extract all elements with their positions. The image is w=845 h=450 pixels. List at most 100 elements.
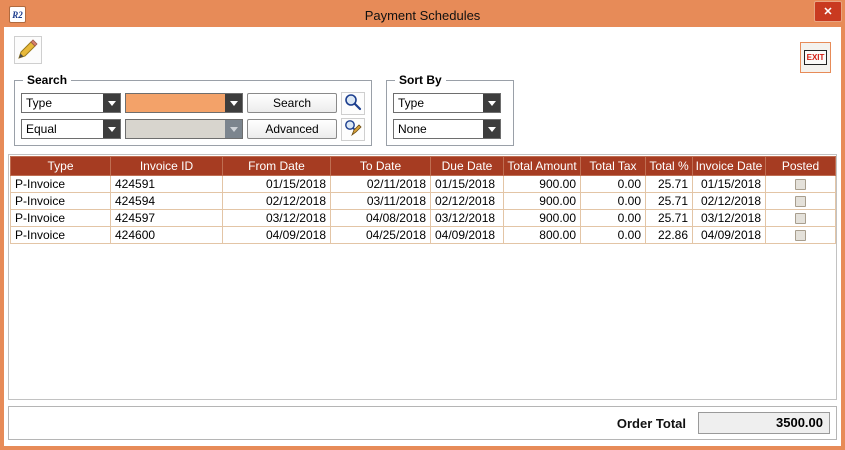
table-row[interactable]: P-Invoice42460004/09/201804/25/201804/09… xyxy=(11,227,836,244)
column-header[interactable]: Total Amount xyxy=(504,157,581,176)
cell: 424600 xyxy=(111,227,223,244)
column-header[interactable]: To Date xyxy=(331,157,431,176)
cell: 03/11/2018 xyxy=(331,193,431,210)
cell: 04/09/2018 xyxy=(431,227,504,244)
cell: 01/15/2018 xyxy=(693,176,766,193)
posted-checkbox[interactable] xyxy=(795,213,806,224)
chevron-down-icon[interactable] xyxy=(483,120,500,138)
table-body: P-Invoice42459101/15/201802/11/201801/15… xyxy=(11,176,836,244)
chevron-down-icon[interactable] xyxy=(225,94,242,112)
search-field-combo[interactable]: Type xyxy=(21,93,121,113)
cell: 02/12/2018 xyxy=(431,193,504,210)
advanced-find-icon-button[interactable] xyxy=(341,118,365,141)
posted-checkbox[interactable] xyxy=(795,179,806,190)
cell: 0.00 xyxy=(581,193,646,210)
magnifier-icon xyxy=(343,92,363,115)
magnifier-pencil-icon xyxy=(343,118,363,141)
close-button[interactable]: ✕ xyxy=(814,1,842,22)
edit-button[interactable] xyxy=(14,36,42,64)
cell: 900.00 xyxy=(504,210,581,227)
cell: 800.00 xyxy=(504,227,581,244)
posted-checkbox[interactable] xyxy=(795,230,806,241)
cell: 0.00 xyxy=(581,210,646,227)
cell: 01/15/2018 xyxy=(223,176,331,193)
posted-checkbox[interactable] xyxy=(795,196,806,207)
sortby-secondary-value: None xyxy=(398,120,482,138)
title-bar[interactable]: R2 Payment Schedules ✕ xyxy=(3,3,842,27)
chevron-down-icon[interactable] xyxy=(103,94,120,112)
cell: 900.00 xyxy=(504,193,581,210)
cell: 02/12/2018 xyxy=(223,193,331,210)
table-header-row: TypeInvoice IDFrom DateTo DateDue DateTo… xyxy=(11,157,836,176)
search-value2-combo xyxy=(125,119,243,139)
cell: 0.00 xyxy=(581,227,646,244)
cell: 0.00 xyxy=(581,176,646,193)
table-row[interactable]: P-Invoice42459703/12/201804/08/201803/12… xyxy=(11,210,836,227)
pencil-icon xyxy=(16,37,40,64)
cell-posted xyxy=(766,210,836,227)
table-row[interactable]: P-Invoice42459101/15/201802/11/201801/15… xyxy=(11,176,836,193)
cell-posted xyxy=(766,176,836,193)
column-header[interactable]: From Date xyxy=(223,157,331,176)
column-header[interactable]: Total % xyxy=(646,157,693,176)
cell: 424597 xyxy=(111,210,223,227)
cell: 424594 xyxy=(111,193,223,210)
sortby-groupbox: Sort By Type None xyxy=(386,80,514,146)
cell: 424591 xyxy=(111,176,223,193)
cell-posted xyxy=(766,193,836,210)
column-header[interactable]: Due Date xyxy=(431,157,504,176)
sortby-legend: Sort By xyxy=(395,73,446,87)
column-header[interactable]: Invoice Date xyxy=(693,157,766,176)
cell: 04/09/2018 xyxy=(693,227,766,244)
window-title: Payment Schedules xyxy=(365,8,481,23)
cell: P-Invoice xyxy=(11,210,111,227)
sortby-secondary-combo[interactable]: None xyxy=(393,119,501,139)
column-header[interactable]: Total Tax xyxy=(581,157,646,176)
column-header[interactable]: Invoice ID xyxy=(111,157,223,176)
cell: 03/12/2018 xyxy=(223,210,331,227)
payment-schedules-window: R2 Payment Schedules ✕ EXIT Search Type xyxy=(0,0,845,450)
cell: 04/08/2018 xyxy=(331,210,431,227)
exit-button[interactable]: EXIT xyxy=(800,42,831,73)
sortby-primary-combo[interactable]: Type xyxy=(393,93,501,113)
schedule-table-panel: TypeInvoice IDFrom DateTo DateDue DateTo… xyxy=(8,154,837,400)
cell: 02/11/2018 xyxy=(331,176,431,193)
cell: P-Invoice xyxy=(11,227,111,244)
cell: 02/12/2018 xyxy=(693,193,766,210)
search-legend: Search xyxy=(23,73,71,87)
chevron-down-icon xyxy=(225,120,242,138)
order-total-value: 3500.00 xyxy=(698,412,830,434)
app-icon: R2 xyxy=(9,6,26,23)
cell: 03/12/2018 xyxy=(693,210,766,227)
cell: 22.86 xyxy=(646,227,693,244)
chevron-down-icon[interactable] xyxy=(103,120,120,138)
search-operator-combo[interactable]: Equal xyxy=(21,119,121,139)
cell: 01/15/2018 xyxy=(431,176,504,193)
cell: 04/09/2018 xyxy=(223,227,331,244)
sortby-primary-value: Type xyxy=(398,94,482,112)
cell: 04/25/2018 xyxy=(331,227,431,244)
column-header[interactable]: Type xyxy=(11,157,111,176)
cell: 25.71 xyxy=(646,210,693,227)
cell: 03/12/2018 xyxy=(431,210,504,227)
column-header[interactable]: Posted xyxy=(766,157,836,176)
table-row[interactable]: P-Invoice42459402/12/201803/11/201802/12… xyxy=(11,193,836,210)
advanced-button-label: Advanced xyxy=(265,122,318,136)
advanced-button[interactable]: Advanced xyxy=(247,119,337,139)
exit-icon: EXIT xyxy=(804,50,828,65)
find-icon-button[interactable] xyxy=(341,92,365,115)
cell: P-Invoice xyxy=(11,176,111,193)
search-button[interactable]: Search xyxy=(247,93,337,113)
search-operator-value: Equal xyxy=(26,120,102,138)
payment-schedule-table: TypeInvoice IDFrom DateTo DateDue DateTo… xyxy=(10,156,836,244)
cell: P-Invoice xyxy=(11,193,111,210)
cell: 25.71 xyxy=(646,193,693,210)
chevron-down-icon[interactable] xyxy=(483,94,500,112)
footer-panel: Order Total 3500.00 xyxy=(8,406,837,440)
window-content: EXIT Search Type Search xyxy=(4,28,841,446)
search-groupbox: Search Type Search xyxy=(14,80,372,146)
cell: 900.00 xyxy=(504,176,581,193)
order-total-label: Order Total xyxy=(617,416,686,431)
search-value-combo[interactable] xyxy=(125,93,243,113)
cell: 25.71 xyxy=(646,176,693,193)
